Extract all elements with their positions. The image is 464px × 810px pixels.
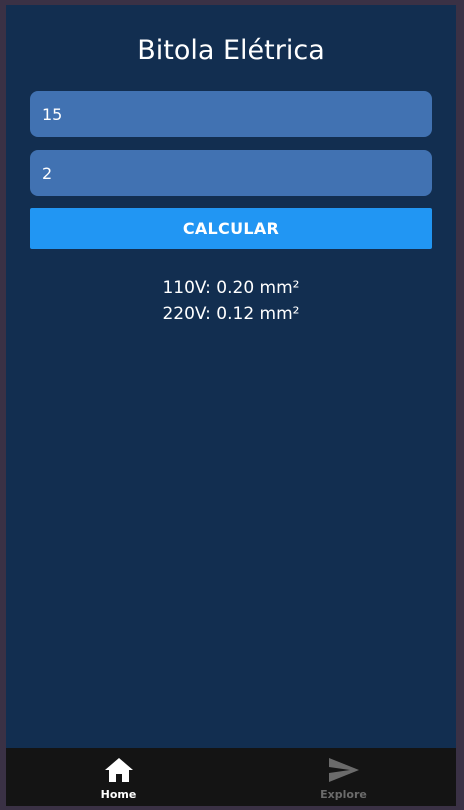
result-110v: 110V: 0.20 mm² (162, 278, 300, 298)
calculate-button[interactable]: CALCULAR (30, 208, 432, 249)
page-title: Bitola Elétrica (137, 35, 325, 66)
app-screen: Bitola Elétrica CALCULAR 110V: 0.20 mm² … (6, 5, 456, 806)
second-input-field[interactable] (30, 150, 432, 196)
result-220v: 220V: 0.12 mm² (162, 304, 300, 324)
send-icon (328, 758, 359, 782)
home-icon (104, 758, 133, 782)
first-input-field[interactable] (30, 91, 432, 137)
tab-home[interactable]: Home (6, 748, 231, 806)
tab-home-label: Home (100, 788, 137, 801)
tab-explore[interactable]: Explore (231, 748, 456, 806)
tab-explore-label: Explore (320, 788, 367, 801)
device-frame: Bitola Elétrica CALCULAR 110V: 0.20 mm² … (0, 0, 464, 810)
bottom-tab-bar: Home Explore (6, 748, 456, 806)
results-panel: 110V: 0.20 mm² 220V: 0.12 mm² (6, 275, 456, 327)
